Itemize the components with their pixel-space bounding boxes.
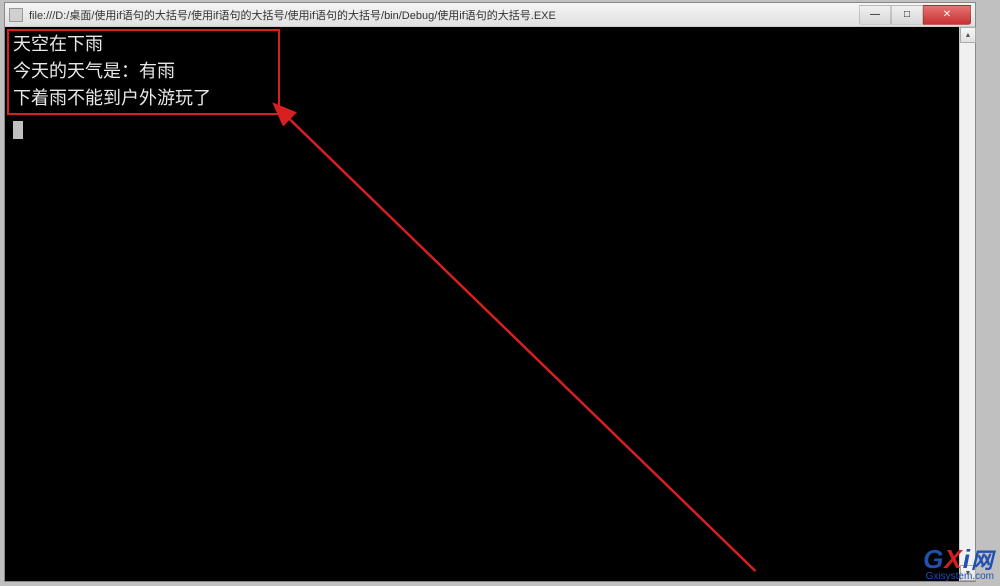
console-window: file:///D:/桌面/使用if语句的大括号/使用if语句的大括号/使用if… — [4, 2, 976, 582]
console-line-2: 今天的天气是：有雨 — [13, 58, 967, 85]
close-button[interactable]: ✕ — [923, 5, 971, 25]
app-icon — [9, 8, 23, 22]
titlebar-path: file:///D:/桌面/使用if语句的大括号/使用if语句的大括号/使用if… — [29, 7, 859, 23]
console-line-3: 下着雨不能到户外游玩了 — [13, 85, 967, 112]
titlebar[interactable]: file:///D:/桌面/使用if语句的大括号/使用if语句的大括号/使用if… — [5, 3, 975, 27]
cursor-block — [13, 121, 23, 139]
console-output-area: 天空在下雨 今天的天气是：有雨 下着雨不能到户外游玩了 — [5, 27, 975, 581]
window-controls: — □ ✕ — [859, 5, 971, 25]
scroll-down-button[interactable]: ▼ — [960, 565, 976, 581]
maximize-button[interactable]: □ — [891, 5, 923, 25]
console-line-1: 天空在下雨 — [13, 31, 967, 58]
console-content: 天空在下雨 今天的天气是：有雨 下着雨不能到户外游玩了 — [5, 27, 975, 581]
minimize-button[interactable]: — — [859, 5, 891, 25]
console-cursor-line — [13, 112, 967, 139]
